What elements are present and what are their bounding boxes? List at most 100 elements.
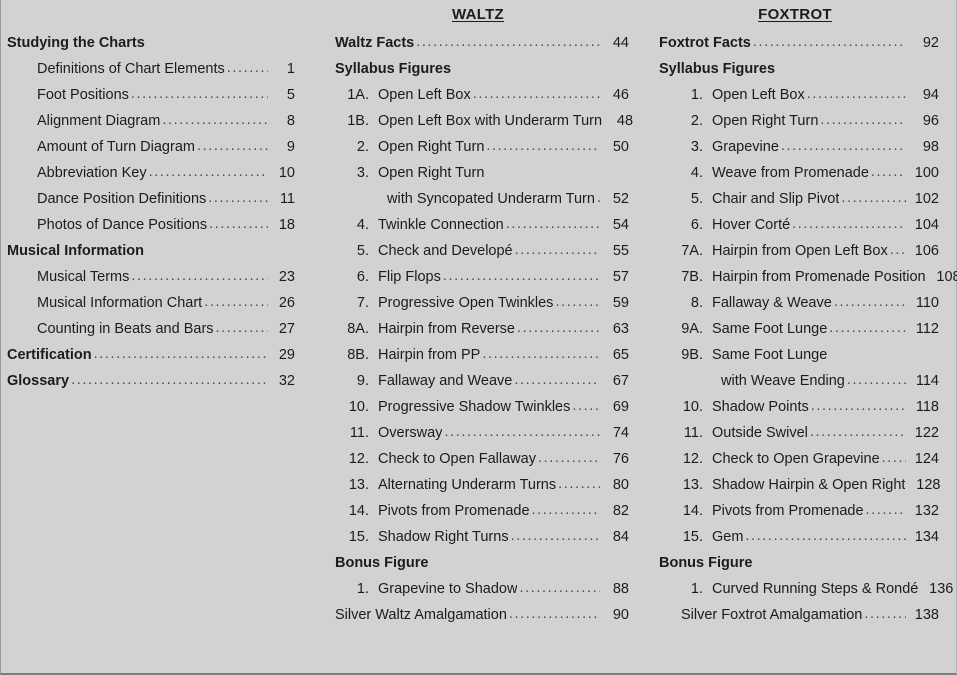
toc-entry[interactable]: Musical Information Chart 26 xyxy=(7,290,295,316)
toc-entry[interactable]: 13. Alternating Underarm Turns 80 xyxy=(335,472,629,498)
toc-entry[interactable]: Glossary 32 xyxy=(7,368,295,394)
toc-page-number: 1 xyxy=(286,61,295,77)
toc-entry[interactable]: 5. Chair and Slip Pivot 102 xyxy=(659,186,939,212)
toc-entry[interactable]: 15. Gem 134 xyxy=(659,524,939,550)
toc-entry[interactable]: Musical Terms 23 xyxy=(7,264,295,290)
toc-entry[interactable]: Silver Waltz Amalgamation 90 xyxy=(335,602,629,628)
toc-leader-dots xyxy=(216,315,268,341)
toc-entry[interactable]: Amount of Turn Diagram 9 xyxy=(7,134,295,160)
toc-page-number: 100 xyxy=(914,165,939,181)
section-heading-label: Studying the Charts xyxy=(7,35,145,51)
toc-entry[interactable]: 5. Check and Developé 55 xyxy=(335,238,629,264)
toc-leader-dots xyxy=(506,211,600,237)
toc-leader-dots xyxy=(890,237,906,263)
toc-entry[interactable]: Counting in Beats and Bars 27 xyxy=(7,316,295,342)
toc-entry[interactable]: 4. Weave from Promenade 100 xyxy=(659,160,939,186)
toc-page-number: 102 xyxy=(914,191,939,207)
toc-entry[interactable]: 1. Open Left Box 94 xyxy=(659,82,939,108)
toc-entry-number: 1A. xyxy=(347,87,369,103)
toc-page-number: 63 xyxy=(612,321,629,337)
toc-entry-label: Chair and Slip Pivot xyxy=(712,191,840,207)
toc-entry[interactable]: 11. Oversway 74 xyxy=(335,420,629,446)
toc-entry-label: Pivots from Promenade xyxy=(712,503,864,519)
toc-page-number: 18 xyxy=(278,217,295,233)
toc-entry[interactable]: 12. Check to Open Fallaway 76 xyxy=(335,446,629,472)
toc-page-number: 134 xyxy=(914,529,939,545)
section-heading: Studying the Charts xyxy=(7,30,295,56)
toc-page-number: 10 xyxy=(278,165,295,181)
toc-entry-number: 8B. xyxy=(347,347,369,363)
toc-entry-label: Silver Foxtrot Amalgamation xyxy=(681,607,863,623)
toc-entry[interactable]: Waltz Facts 44 xyxy=(335,30,629,56)
toc-entry[interactable]: 6. Flip Flops 57 xyxy=(335,264,629,290)
toc-entry[interactable]: 11. Outside Swivel 122 xyxy=(659,420,939,446)
toc-entry[interactable]: Alignment Diagram 8 xyxy=(7,108,295,134)
toc-entry[interactable]: 10. Shadow Points 118 xyxy=(659,394,939,420)
toc-page-number: 118 xyxy=(915,399,939,415)
toc-entry[interactable]: Dance Position Definitions 11 xyxy=(7,186,295,212)
toc-entry-label: Hairpin from Reverse xyxy=(378,321,515,337)
toc-entry[interactable]: 6. Hover Corté 104 xyxy=(659,212,939,238)
toc-entry-label: Curved Running Steps & Rondé xyxy=(712,581,919,597)
toc-entry[interactable]: Silver Foxtrot Amalgamation 138 xyxy=(659,602,939,628)
toc-entry[interactable]: 1. Curved Running Steps & Rondé 136 xyxy=(659,576,953,602)
toc-entry[interactable]: 7B. Hairpin from Promenade Position 108 xyxy=(659,264,957,290)
toc-entry[interactable]: 4. Twinkle Connection 54 xyxy=(335,212,629,238)
toc-entry[interactable]: 10. Progressive Shadow Twinkles 69 xyxy=(335,394,629,420)
toc-page-number: 65 xyxy=(612,347,629,363)
toc-entry[interactable]: 8B. Hairpin from PP 65 xyxy=(335,342,629,368)
toc-entry[interactable]: Abbreviation Key 10 xyxy=(7,160,295,186)
toc-entry-label: Hover Corté xyxy=(712,217,791,233)
toc-entry[interactable]: Certification 29 xyxy=(7,342,295,368)
toc-entry-label: Alignment Diagram xyxy=(37,113,161,129)
toc-page-number: 54 xyxy=(612,217,629,233)
toc-page-number: 122 xyxy=(914,425,939,441)
toc-columns: Studying the Charts Definitions of Chart … xyxy=(1,0,957,675)
toc-entry[interactable]: 15. Shadow Right Turns 84 xyxy=(335,524,629,550)
toc-entry[interactable]: with Weave Ending 114 xyxy=(659,368,939,394)
toc-entry[interactable]: 2. Open Right Turn 50 xyxy=(335,134,629,160)
toc-entry[interactable]: 1B. Open Left Box with Underarm Turn 48 xyxy=(335,108,633,134)
toc-leader-dots xyxy=(792,211,906,237)
toc-leader-dots xyxy=(473,81,600,107)
toc-entry-label: Fallaway & Weave xyxy=(712,295,832,311)
toc-leader-dots xyxy=(515,237,600,263)
toc-entry[interactable]: 13. Shadow Hairpin & Open Right 128 xyxy=(659,472,941,498)
toc-page-number: 132 xyxy=(914,503,939,519)
toc-page-number: 128 xyxy=(916,477,941,493)
toc-page-number: 23 xyxy=(278,269,295,285)
toc-leader-dots xyxy=(94,341,268,367)
toc-entry[interactable]: 12. Check to Open Grapevine 124 xyxy=(659,446,939,472)
toc-entry-number: 7B. xyxy=(681,269,703,285)
column-body-general: Studying the Charts Definitions of Chart … xyxy=(7,30,295,394)
toc-entry[interactable]: 9B. Same Foot Lunge xyxy=(659,342,939,368)
toc-entry[interactable]: Foot Positions 5 xyxy=(7,82,295,108)
toc-entry[interactable]: 14. Pivots from Promenade 82 xyxy=(335,498,629,524)
toc-entry[interactable]: 3. Open Right Turn xyxy=(335,160,629,186)
toc-entry-number: 10. xyxy=(348,399,369,415)
column-body-waltz: Waltz Facts 44 Syllabus Figures 1A. Open Lef… xyxy=(335,30,633,628)
toc-entry-label: Silver Waltz Amalgamation xyxy=(335,607,507,623)
toc-entry[interactable]: 8. Fallaway & Weave 110 xyxy=(659,290,939,316)
toc-entry[interactable]: 14. Pivots from Promenade 132 xyxy=(659,498,939,524)
toc-entry[interactable]: 1. Grapevine to Shadow 88 xyxy=(335,576,629,602)
toc-entry[interactable]: 2. Open Right Turn 96 xyxy=(659,108,939,134)
section-heading: Musical Information xyxy=(7,238,295,264)
toc-page-number: 90 xyxy=(612,607,629,623)
toc-entry[interactable]: Photos of Dance Positions 18 xyxy=(7,212,295,238)
toc-entry[interactable]: Foxtrot Facts 92 xyxy=(659,30,939,56)
toc-entry-label: Waltz Facts xyxy=(335,35,415,51)
toc-entry[interactable]: 9. Fallaway and Weave 67 xyxy=(335,368,629,394)
toc-leader-dots xyxy=(227,55,268,81)
toc-entry[interactable]: 1A. Open Left Box 46 xyxy=(335,82,629,108)
toc-page-number: 76 xyxy=(612,451,629,467)
toc-entry[interactable]: 7. Progressive Open Twinkles 59 xyxy=(335,290,629,316)
toc-entry[interactable]: 3. Grapevine 98 xyxy=(659,134,939,160)
toc-entry[interactable]: 7A. Hairpin from Open Left Box 106 xyxy=(659,238,939,264)
toc-leader-dots xyxy=(745,523,906,549)
toc-entry[interactable]: with Syncopated Underarm Turn 52 xyxy=(335,186,629,212)
toc-entry[interactable]: 8A. Hairpin from Reverse 63 xyxy=(335,316,629,342)
toc-leader-dots xyxy=(197,133,268,159)
toc-entry[interactable]: 9A. Same Foot Lunge 112 xyxy=(659,316,939,342)
toc-entry[interactable]: Definitions of Chart Elements 1 xyxy=(7,56,295,82)
